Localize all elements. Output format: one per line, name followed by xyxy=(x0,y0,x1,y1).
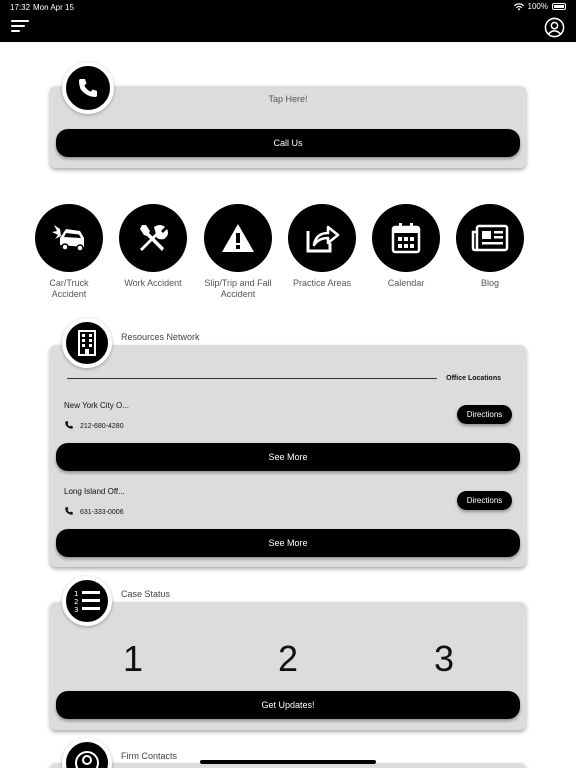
see-more-button[interactable]: See More xyxy=(56,529,520,557)
location-name: Long Island Off... xyxy=(64,487,125,496)
top-bar: 17:32 Mon Apr 15 100% xyxy=(0,0,576,42)
case-step-2: 2 xyxy=(277,638,299,679)
quick-link-label: Car/Truck Accident xyxy=(49,278,89,299)
location-phone-row[interactable]: 631-333-0006 xyxy=(64,506,124,516)
quick-link-label: Practice Areas xyxy=(292,278,352,288)
quick-link-label: Calendar xyxy=(387,278,425,288)
phone-icon xyxy=(79,79,97,97)
quick-link-circle xyxy=(35,204,103,272)
quick-link-circle xyxy=(456,204,524,272)
wifi-icon xyxy=(513,2,524,10)
quick-link-circle xyxy=(119,204,187,272)
resources-card: Office Locations New York City O... 212-… xyxy=(50,345,526,567)
svg-text:2: 2 xyxy=(74,598,78,606)
home-indicator xyxy=(200,760,376,764)
menu-icon[interactable] xyxy=(11,20,29,34)
location-row: New York City O... 212-680-4280 Directio… xyxy=(50,389,526,475)
directions-button[interactable]: Directions xyxy=(457,491,512,510)
svg-text:3: 3 xyxy=(74,606,78,614)
status-time: 17:32 xyxy=(10,3,31,12)
newspaper-icon xyxy=(471,224,509,252)
list-badge: 1 2 3 xyxy=(62,576,112,626)
tap-here-hint: Tap Here! xyxy=(268,94,308,104)
contact-badge xyxy=(62,738,112,768)
quick-link-car-accident[interactable]: Car/Truck Accident xyxy=(35,204,103,300)
resources-title: Resources Network xyxy=(121,332,200,342)
case-step-1: 1 xyxy=(122,638,144,679)
quick-link-circle xyxy=(288,204,356,272)
quick-link-label: Work Accident xyxy=(124,278,182,288)
directions-button[interactable]: Directions xyxy=(457,405,512,424)
quick-link-work-accident[interactable]: Work Accident xyxy=(119,204,187,289)
contact-icon xyxy=(75,751,99,768)
location-phone-row[interactable]: 212-680-4280 xyxy=(64,420,124,430)
quick-link-slip-fall[interactable]: Slip/Trip and Fall Accident xyxy=(204,204,272,300)
quick-link-practice-areas[interactable]: Practice Areas xyxy=(288,204,356,289)
call-us-button[interactable]: Call Us xyxy=(56,129,520,157)
calendar-icon xyxy=(391,223,421,254)
status-date: Mon Apr 15 xyxy=(33,3,74,12)
battery-percent: 100% xyxy=(527,2,548,11)
phone-icon xyxy=(65,421,73,429)
quick-link-circle xyxy=(372,204,440,272)
phone-badge xyxy=(62,62,114,114)
see-more-button[interactable]: See More xyxy=(56,443,520,471)
location-phone: 212-680-4280 xyxy=(80,423,124,430)
battery-icon xyxy=(552,3,566,10)
phone-icon xyxy=(65,507,73,515)
quick-link-label: Slip/Trip and Fall Accident xyxy=(204,278,272,299)
quick-link-calendar[interactable]: Calendar xyxy=(372,204,440,289)
car-crash-icon xyxy=(52,225,84,252)
location-name: New York City O... xyxy=(64,401,129,410)
tools-icon xyxy=(140,225,168,251)
case-status-title: Case Status xyxy=(121,589,171,599)
building-badge xyxy=(62,318,112,368)
warning-icon xyxy=(222,224,254,252)
section-divider xyxy=(67,378,437,379)
quick-link-blog[interactable]: Blog xyxy=(456,204,524,289)
numbered-list-icon: 1 2 3 xyxy=(74,590,100,614)
location-phone: 631-333-0006 xyxy=(80,509,124,516)
get-updates-button[interactable]: Get Updates! xyxy=(56,691,520,719)
quick-link-label: Blog xyxy=(480,278,499,288)
location-row: Long Island Off... 631-333-0006 Directio… xyxy=(50,475,526,561)
office-locations-label: Office Locations xyxy=(446,375,501,382)
status-indicators: 100% xyxy=(513,2,566,11)
quick-link-circle xyxy=(204,204,272,272)
profile-icon[interactable] xyxy=(544,17,565,38)
call-card[interactable]: Tap Here! Call Us xyxy=(50,86,526,168)
share-icon xyxy=(306,225,340,253)
case-step-3: 3 xyxy=(433,638,455,679)
building-icon xyxy=(78,330,96,356)
svg-text:1: 1 xyxy=(74,590,78,598)
firm-contacts-title: Firm Contacts xyxy=(121,751,178,761)
